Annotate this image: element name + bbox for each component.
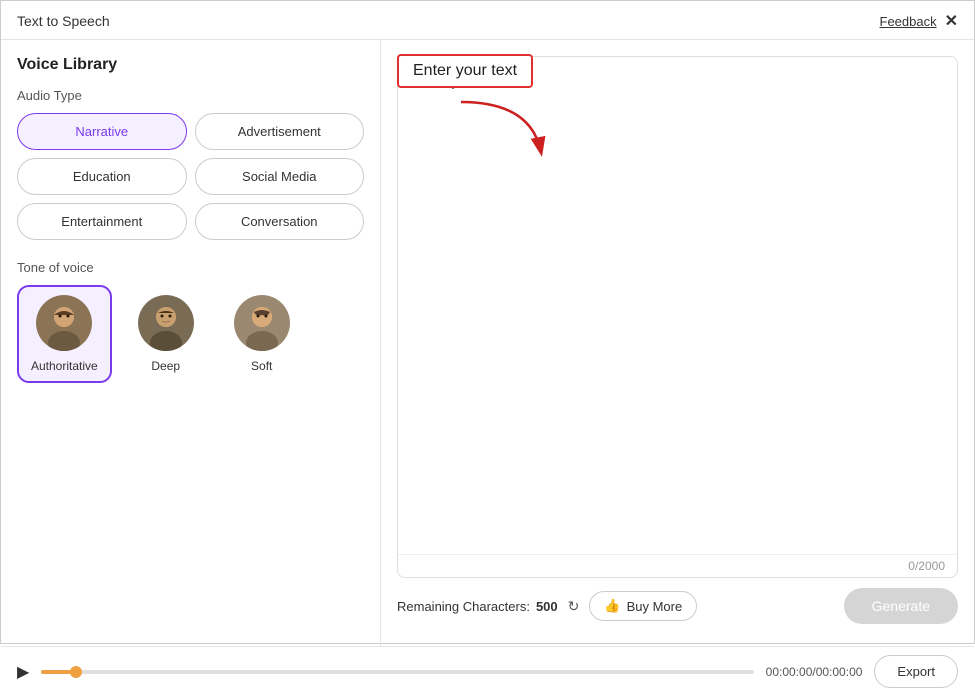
tone-label-deep: Deep [151, 359, 180, 373]
main-layout: Voice Library Audio Type Narrative Adver… [1, 40, 974, 646]
thumbs-up-icon: 👍 [604, 598, 620, 614]
close-button[interactable]: ✕ [945, 11, 958, 31]
tone-label-authoritative: Authoritative [31, 359, 98, 373]
play-button[interactable]: ▶ [17, 662, 29, 682]
text-input[interactable] [398, 57, 957, 554]
textarea-wrapper: 0/2000 [397, 56, 958, 578]
audio-type-title: Audio Type [17, 88, 364, 103]
app-title: Text to Speech [17, 13, 110, 29]
progress-thumb [70, 666, 82, 678]
audio-type-narrative[interactable]: Narrative [17, 113, 187, 150]
tone-label-soft: Soft [251, 359, 272, 373]
audio-type-entertainment[interactable]: Entertainment [17, 203, 187, 240]
remaining-chars: Remaining Characters: 500 [397, 599, 558, 614]
refresh-icon[interactable]: ↻ [568, 598, 580, 615]
bottom-bar: Remaining Characters: 500 ↻ 👍 Buy More G… [397, 578, 958, 630]
buy-more-button[interactable]: 👍 Buy More [589, 591, 697, 621]
audio-type-conversation[interactable]: Conversation [195, 203, 365, 240]
tone-grid: Authoritative Deep [17, 285, 364, 383]
time-display: 00:00:00/00:00:00 [766, 665, 863, 679]
char-count: 0/2000 [398, 554, 957, 577]
header-actions: Feedback ✕ [880, 11, 959, 31]
tone-deep[interactable]: Deep [124, 285, 208, 383]
remaining-count: 500 [536, 599, 558, 614]
right-panel: Enter your text 0/2000 Remaining Char [381, 40, 974, 646]
generate-button[interactable]: Generate [844, 588, 958, 624]
footer-player: ▶ 00:00:00/00:00:00 Export [1, 646, 974, 696]
audio-type-social-media[interactable]: Social Media [195, 158, 365, 195]
tone-title: Tone of voice [17, 260, 364, 275]
feedback-link[interactable]: Feedback [880, 14, 937, 29]
tone-avatar-deep [138, 295, 194, 351]
voice-library-title: Voice Library [17, 56, 364, 74]
tone-soft[interactable]: Soft [220, 285, 304, 383]
left-panel: Voice Library Audio Type Narrative Adver… [1, 40, 381, 646]
tone-avatar-authoritative [36, 295, 92, 351]
audio-type-advertisement[interactable]: Advertisement [195, 113, 365, 150]
enter-text-callout: Enter your text [397, 54, 533, 88]
tone-avatar-soft [234, 295, 290, 351]
export-button[interactable]: Export [874, 655, 958, 688]
progress-bar[interactable] [41, 670, 753, 674]
header: Text to Speech Feedback ✕ [1, 1, 974, 40]
audio-type-education[interactable]: Education [17, 158, 187, 195]
tone-authoritative[interactable]: Authoritative [17, 285, 112, 383]
audio-type-grid: Narrative Advertisement Education Social… [17, 113, 364, 240]
